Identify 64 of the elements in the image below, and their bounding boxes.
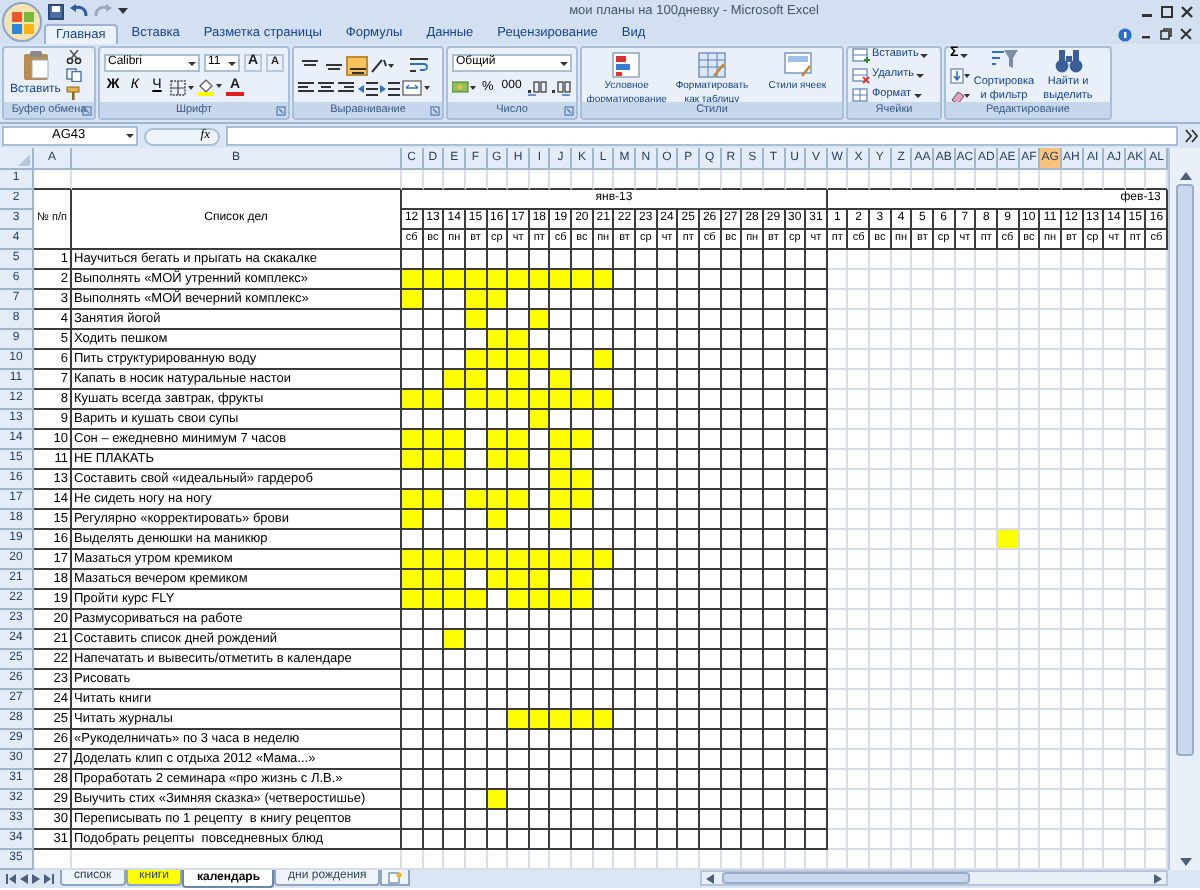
align-center-icon[interactable] bbox=[318, 79, 336, 95]
copy-icon[interactable] bbox=[66, 68, 83, 82]
scroll-down-icon[interactable] bbox=[1179, 858, 1192, 866]
undo-icon[interactable] bbox=[70, 4, 88, 18]
dialog-launcher-icon[interactable] bbox=[564, 105, 574, 115]
new-sheet-icon bbox=[388, 871, 403, 883]
currency-icon[interactable] bbox=[452, 79, 476, 95]
caret-icon bbox=[560, 61, 568, 65]
sort-filter-icon bbox=[989, 48, 1019, 74]
increase-indent-icon[interactable] bbox=[380, 79, 400, 95]
caret-icon bbox=[913, 93, 922, 97]
maximize-icon[interactable] bbox=[1160, 5, 1174, 17]
expand-formula-bar-icon[interactable] bbox=[1184, 128, 1198, 144]
conditional-format-icon bbox=[612, 52, 641, 78]
align-right-icon[interactable] bbox=[338, 79, 356, 95]
merge-cells-icon[interactable] bbox=[402, 79, 430, 95]
delete-cells-icon bbox=[852, 67, 870, 83]
help-icon[interactable] bbox=[1118, 27, 1132, 41]
scissors-icon[interactable] bbox=[66, 50, 83, 64]
close-icon[interactable] bbox=[1180, 28, 1192, 40]
table-format-icon bbox=[697, 52, 726, 78]
office-logo-icon bbox=[11, 11, 33, 33]
caret-icon bbox=[920, 53, 929, 57]
vertical-scrollbar[interactable] bbox=[1168, 148, 1200, 870]
clipboard-icon bbox=[21, 50, 50, 80]
caret-icon bbox=[188, 61, 196, 65]
align-left-icon[interactable] bbox=[298, 79, 316, 95]
fill-color-icon[interactable] bbox=[198, 78, 222, 96]
horizontal-scrollbar[interactable] bbox=[700, 870, 1168, 886]
wrap-text-icon[interactable] bbox=[410, 56, 430, 74]
insert-cells-icon bbox=[852, 47, 870, 63]
caret-icon bbox=[916, 73, 924, 77]
border-icon[interactable] bbox=[170, 79, 194, 95]
previous-sheet-icon[interactable] bbox=[20, 873, 28, 883]
formula-field[interactable] bbox=[226, 126, 1178, 146]
text-orientation-icon[interactable] bbox=[370, 57, 394, 73]
first-sheet-icon[interactable] bbox=[6, 873, 16, 883]
dialog-launcher-icon[interactable] bbox=[430, 105, 440, 115]
decrease-indent-icon[interactable] bbox=[358, 79, 378, 95]
corner-triangle-icon bbox=[18, 154, 30, 166]
decrease-decimal-icon[interactable] bbox=[551, 79, 572, 95]
caret-icon bbox=[228, 61, 236, 65]
caret-icon bbox=[960, 53, 969, 57]
vertical-align-button[interactable] bbox=[346, 55, 368, 75]
eraser-icon[interactable] bbox=[950, 87, 970, 103]
scroll-up-icon[interactable] bbox=[1179, 172, 1192, 180]
scroll-right-icon[interactable] bbox=[1154, 873, 1162, 883]
format-cells-icon bbox=[852, 87, 870, 103]
close-icon[interactable] bbox=[1180, 5, 1194, 17]
cell-styles-icon bbox=[783, 52, 812, 78]
scroll-left-icon[interactable] bbox=[706, 873, 714, 883]
restore-icon[interactable] bbox=[1160, 28, 1172, 40]
increase-decimal-icon[interactable] bbox=[527, 79, 548, 95]
caret-icon bbox=[126, 134, 134, 138]
last-sheet-icon[interactable] bbox=[44, 873, 54, 883]
scrollbar-thumb[interactable] bbox=[1176, 184, 1195, 756]
dialog-launcher-icon[interactable] bbox=[276, 105, 286, 115]
scrollbar-thumb[interactable] bbox=[722, 872, 970, 884]
next-sheet-icon[interactable] bbox=[32, 873, 40, 883]
brush-icon[interactable] bbox=[66, 86, 83, 100]
customize-caret-icon[interactable] bbox=[118, 8, 128, 14]
fill-down-icon[interactable] bbox=[950, 67, 970, 83]
binoculars-icon bbox=[1053, 48, 1083, 74]
save-icon[interactable] bbox=[48, 3, 64, 19]
